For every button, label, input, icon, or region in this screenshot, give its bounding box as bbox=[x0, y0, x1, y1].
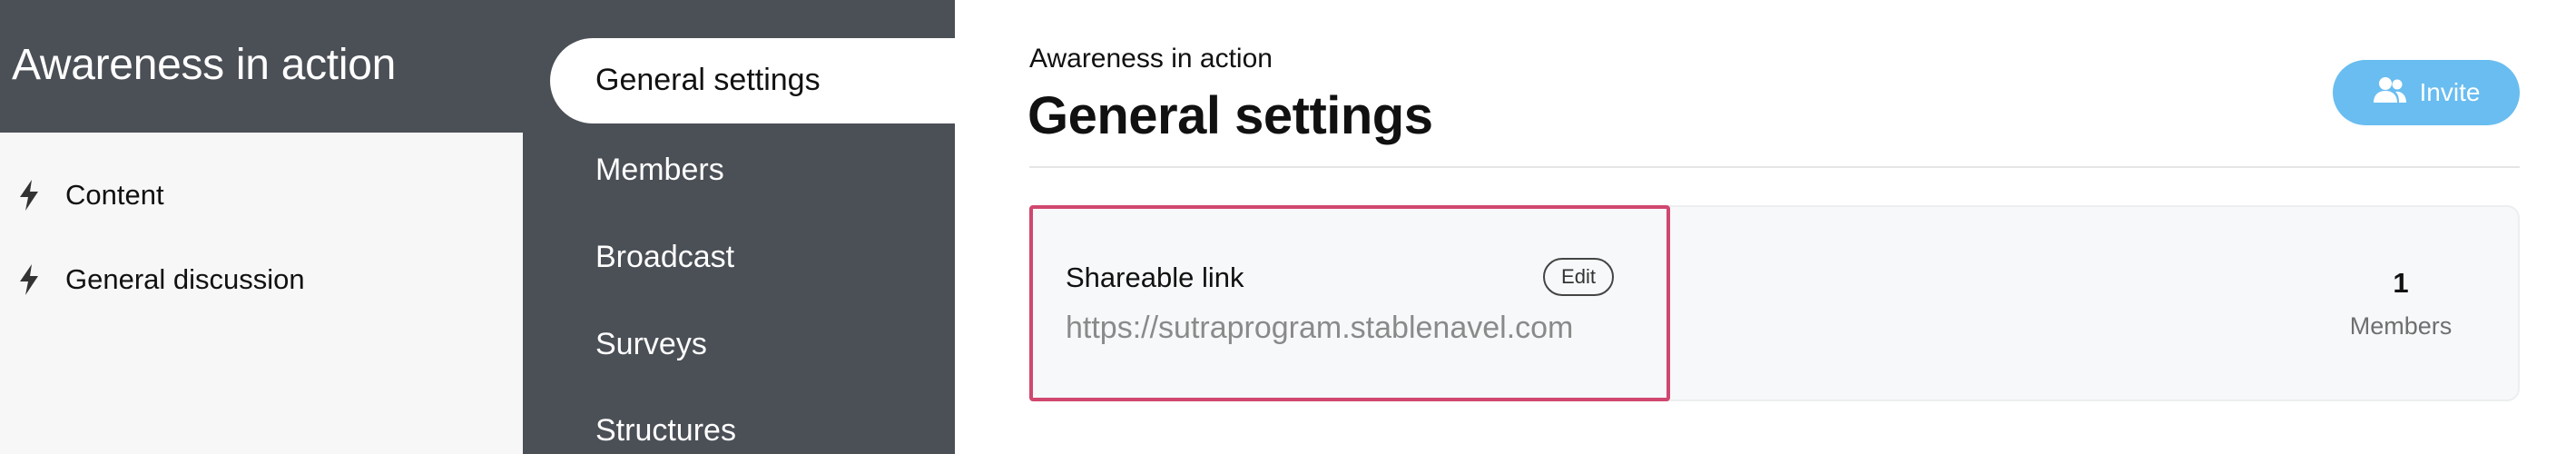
edit-link-button[interactable]: Edit bbox=[1543, 258, 1614, 296]
nav-item-general-settings[interactable]: General settings bbox=[550, 38, 955, 123]
space-title: Awareness in action bbox=[12, 41, 396, 89]
bolt-icon bbox=[15, 262, 44, 298]
members-count: 1 bbox=[2393, 267, 2409, 299]
nav-item-members[interactable]: Members bbox=[595, 153, 724, 188]
channel-label: General discussion bbox=[65, 263, 305, 295]
page-title: General settings bbox=[1027, 86, 1433, 145]
nav-item-surveys[interactable]: Surveys bbox=[595, 327, 707, 362]
channel-label: Content bbox=[65, 179, 164, 211]
users-icon bbox=[2373, 76, 2407, 110]
members-label: Members bbox=[2349, 312, 2453, 340]
breadcrumb: Awareness in action bbox=[1029, 44, 1273, 74]
shareable-link-section bbox=[1029, 205, 1670, 401]
channel-item-general-discussion[interactable]: General discussion bbox=[0, 252, 523, 307]
nav-item-broadcast[interactable]: Broadcast bbox=[595, 240, 734, 275]
bolt-icon bbox=[15, 177, 44, 213]
space-header: Awareness in action bbox=[0, 0, 523, 133]
nav-item-structures[interactable]: Structures bbox=[595, 413, 736, 449]
shareable-link-url[interactable]: https://sutraprogram.stablenavel.com bbox=[1066, 311, 1573, 346]
invite-label: Invite bbox=[2419, 78, 2481, 106]
nav-item-label: General settings bbox=[595, 63, 821, 97]
channel-item-content[interactable]: Content bbox=[0, 168, 523, 222]
invite-button[interactable]: Invite bbox=[2333, 60, 2520, 125]
divider bbox=[1029, 166, 2520, 168]
shareable-link-label: Shareable link bbox=[1066, 262, 1244, 293]
